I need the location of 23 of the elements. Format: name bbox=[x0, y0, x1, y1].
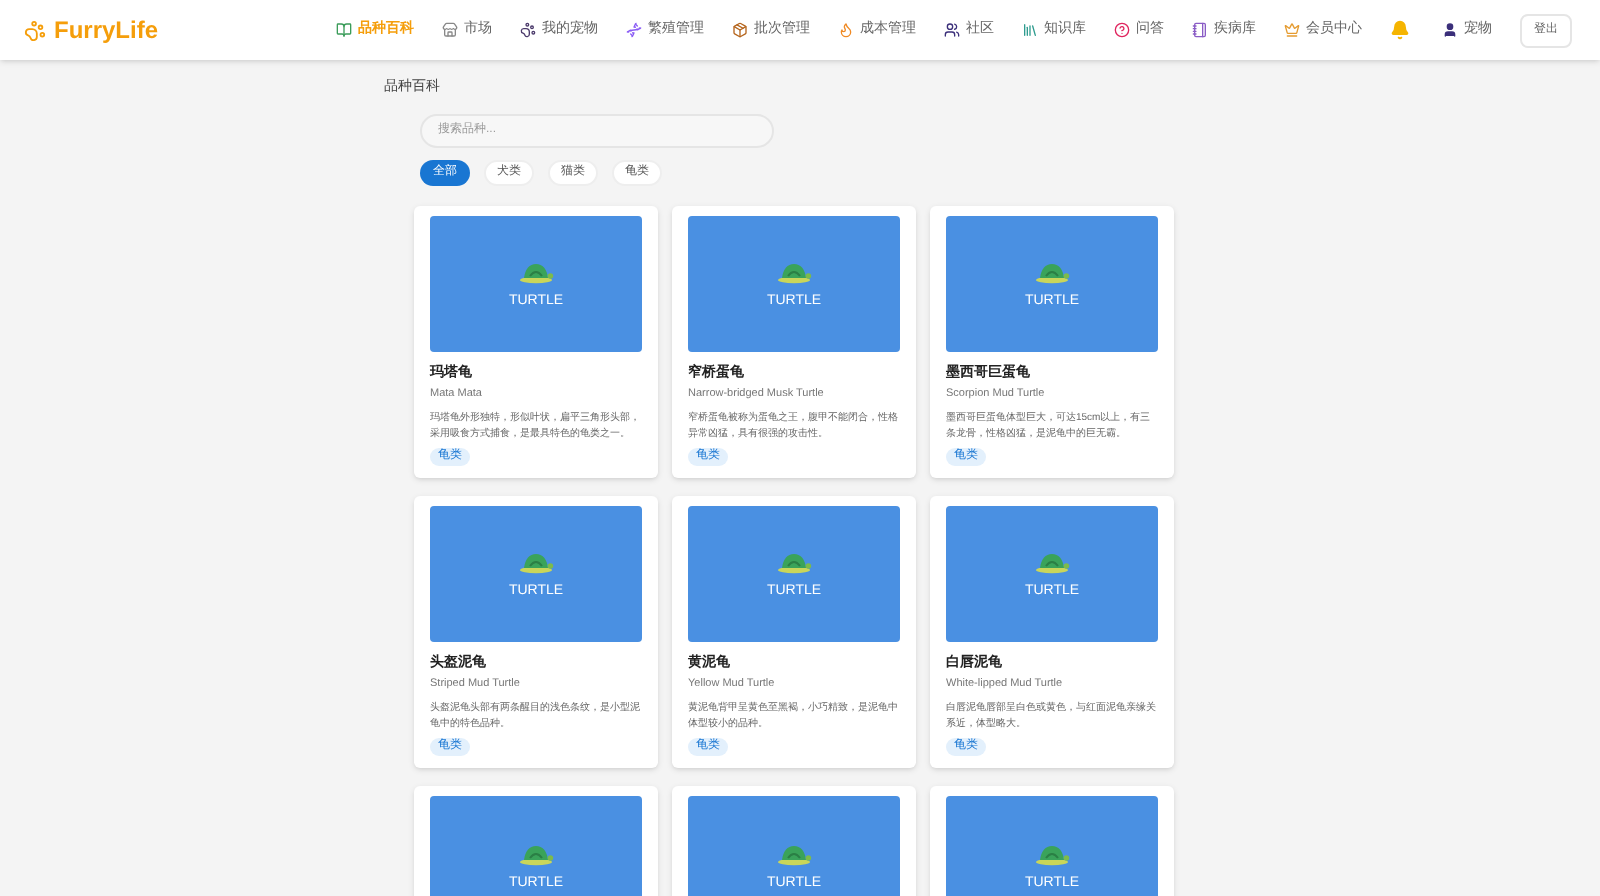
turtle-icon bbox=[518, 844, 554, 867]
turtle-icon bbox=[776, 844, 812, 867]
bell-icon[interactable] bbox=[1390, 20, 1410, 40]
crown-icon bbox=[1284, 22, 1300, 38]
notebook-icon bbox=[1192, 22, 1208, 38]
turtle-icon bbox=[776, 551, 812, 574]
user-icon bbox=[1442, 22, 1458, 38]
turtle-icon bbox=[518, 261, 554, 284]
turtle-icon bbox=[1034, 844, 1070, 867]
question-icon bbox=[1114, 22, 1130, 38]
store-icon bbox=[442, 22, 458, 38]
turtle-icon bbox=[1034, 261, 1070, 284]
users-icon bbox=[944, 22, 960, 38]
paw-logo-icon bbox=[24, 19, 46, 41]
turtle-icon bbox=[518, 551, 554, 574]
paw-icon bbox=[520, 22, 536, 38]
turtle-icon bbox=[1034, 551, 1070, 574]
box-icon bbox=[732, 22, 748, 38]
book-icon bbox=[336, 22, 352, 38]
turtle-icon bbox=[776, 261, 812, 284]
books-icon bbox=[1022, 22, 1038, 38]
flame-icon bbox=[838, 22, 854, 38]
dna-icon bbox=[626, 22, 642, 38]
